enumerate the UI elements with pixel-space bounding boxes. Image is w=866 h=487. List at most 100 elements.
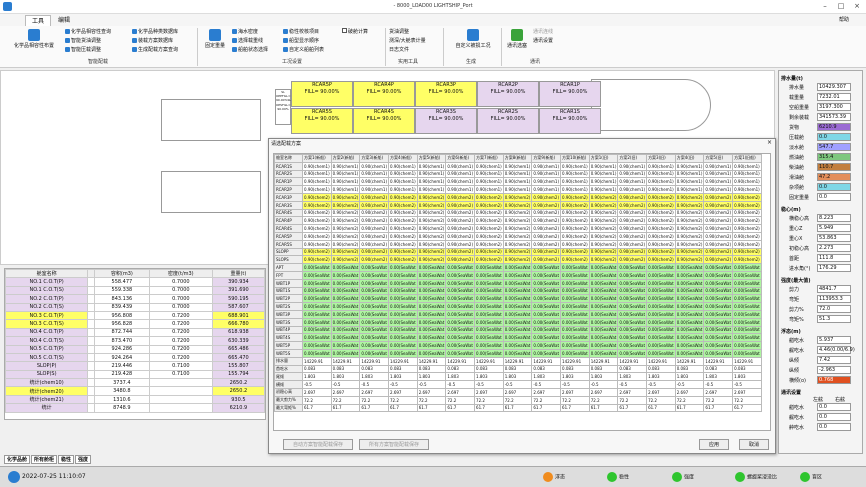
plan-col-header[interactable]: 方案4(新船) [388,154,418,163]
plan-cell[interactable]: 0.00(SeaWat [531,348,562,358]
plan-cell[interactable]: 0.00(SeaWat [732,302,762,311]
plan-cell[interactable]: 1.803 [674,372,705,382]
plan-cell[interactable]: 0.90(chem1) [560,169,590,179]
plan-cell[interactable]: 0.00(SeaWat [388,333,418,343]
plan-cell[interactable]: 0.90(chem2) [445,239,476,249]
plan-cell[interactable]: 0.00(SeaWat [502,309,533,319]
plan-cell[interactable]: 0.90(chem2) [703,231,734,241]
maximize-button[interactable]: □ [834,2,848,12]
plan-cell[interactable]: 0.90(chem2) [646,208,676,218]
plan-cell[interactable]: 0.00(SeaWat [445,278,476,288]
panel-value[interactable]: 341573.39 [817,113,851,121]
plan-cell[interactable]: 0.00(SeaWat [445,348,476,358]
plan-cell[interactable]: 0.00(SeaWat [359,341,390,350]
plan-cell[interactable]: 0.90(chem1) [732,169,762,179]
plan-cell[interactable]: 14229.91 [359,356,390,366]
plan-cell[interactable]: 0.00(SeaWat [560,341,590,350]
panel-value[interactable]: 4841.7 [817,285,851,293]
panel-value[interactable]: 113953.3 [817,295,851,303]
plan-cell[interactable]: 0.00(SeaWat [445,270,476,280]
plan-cell[interactable]: 1.803 [732,372,762,382]
plan-col-header[interactable]: 方案3(新船) [359,154,390,163]
plan-cell[interactable]: 0.00(SeaWat [388,302,418,311]
table-row[interactable]: NO.3 C.O.T(S) 956.828 0.7200 666.780 [4,319,266,329]
plan-cell[interactable]: 0.90(chem2) [732,192,762,202]
plan-cell[interactable]: -0.5 [732,380,762,389]
hold-RCAR5S[interactable]: RCAR5S FILL= 90.00% [291,108,353,134]
plan-cell[interactable]: 0.90(chem2) [445,208,476,218]
plan-cell[interactable]: 0.90(chem2) [330,255,361,265]
plan-cell[interactable]: 0.083 [502,364,533,374]
plan-cell[interactable]: 0.90(chem2) [560,192,590,202]
plan-cell[interactable]: 0.90(chem2) [359,247,390,257]
plan-cell[interactable]: 0.00(SeaWat [416,263,447,272]
plan-cell[interactable]: 0.90(chem1) [588,185,619,194]
plan-cell[interactable]: 0.00(SeaWat [732,333,762,343]
plan-cell[interactable]: 0.00(SeaWat [330,333,361,343]
plan-cell[interactable]: 0.90(chem1) [617,177,648,187]
plan-cell[interactable]: 0.00(SeaWat [560,286,590,296]
panel-value[interactable]: 51.3 [817,315,851,323]
plan-cell[interactable]: 0.00(SeaWat [617,286,648,296]
tab-chem-holds[interactable]: 化学品舱 [4,455,31,464]
plan-cell[interactable]: 0.90(chem1) [617,161,648,171]
plan-cell[interactable]: 0.00(SeaWat [359,309,390,319]
plan-cell[interactable]: 14229.91 [646,356,676,366]
plan-cell[interactable]: 2.697 [703,387,734,397]
plan-cell[interactable]: 0.90(chem2) [560,255,590,265]
plan-cell[interactable]: 0.083 [560,364,590,374]
plan-cell[interactable]: 0.90(chem1) [359,185,390,194]
plan-cell[interactable]: 0.083 [330,364,361,374]
plan-cell[interactable]: 14229.91 [531,356,562,366]
plan-cell[interactable]: 0.00(SeaWat [588,294,619,304]
plan-cell[interactable]: 0.90(chem2) [588,255,619,265]
plan-cell[interactable]: 72.2 [445,395,476,405]
gen-plan-query[interactable]: 生成配载方案查询 [132,46,178,53]
table-row[interactable]: RCAR4P 0.90(chem2) 0.90(chem2) 0.90(chem2) 0… [274,216,762,226]
plan-cell[interactable]: 0.00(SeaWat [617,302,648,311]
plan-col-header[interactable]: 方案9(新船) [531,154,562,163]
plan-cell[interactable]: 0.00(SeaWat [359,302,390,311]
plan-cell[interactable]: 0.90(chem1) [330,161,361,171]
plan-cell[interactable]: 61.7 [617,403,648,413]
plan-cell[interactable]: 1.803 [588,372,619,382]
table-row[interactable]: WBT4S 0.00(SeaWat 0.00(SeaWat 0.00(SeaWat 0.… [274,333,762,343]
table-row[interactable]: 统计(chem21) 1310.6 930.5 [4,394,266,405]
table-row[interactable]: FPT 0.00(SeaWat 0.00(SeaWat 0.00(SeaWat 0.00… [274,270,762,280]
plan-cell[interactable]: 0.90(chem1) [617,185,648,194]
plan-col-header[interactable]: 方案10(新船) [560,154,590,163]
plan-cell[interactable]: 61.7 [502,403,533,413]
plan-cell[interactable]: -0.5 [359,380,390,389]
plan-cell[interactable]: 0.00(SeaWat [732,325,762,335]
plan-cell[interactable]: 0.00(SeaWat [674,341,705,350]
plan-cell[interactable]: 0.90(chem2) [502,216,533,226]
table-row[interactable]: 统计 8748.9 6210.9 [4,403,266,413]
plan-cell[interactable]: 0.00(SeaWat [302,302,332,311]
plan-cell[interactable]: 0.00(SeaWat [359,348,390,358]
hold-RCAR4S[interactable]: RCAR4S FILL= 90.00% [353,108,415,134]
plan-cell[interactable]: 0.00(SeaWat [560,294,590,304]
plan-cell[interactable]: 0.00(SeaWat [330,278,361,288]
plan-cell[interactable]: 61.7 [588,403,619,413]
plan-cell[interactable]: 0.90(chem2) [732,216,762,226]
table-row[interactable]: RCAR2P 0.90(chem1) 0.90(chem1) 0.90(chem1) 0… [274,185,762,194]
plan-cell[interactable]: 0.90(chem2) [388,224,418,233]
plan-cell[interactable]: 2.697 [330,387,361,397]
plan-cell[interactable]: -0.5 [560,380,590,389]
table-row[interactable]: 统计(chem10) 3737.4 2650.2 [4,378,266,388]
plan-cell[interactable]: 0.00(SeaWat [703,270,734,280]
plan-cell[interactable]: 0.90(chem2) [560,216,590,226]
plan-cell[interactable]: 0.90(chem2) [388,231,418,241]
plan-cell[interactable]: 0.90(chem2) [330,231,361,241]
plan-cell[interactable]: 0.90(chem1) [416,177,447,187]
plan-cell[interactable]: 0.90(chem2) [330,239,361,249]
plan-cell[interactable]: 1.803 [359,372,390,382]
plan-cell[interactable]: 0.90(chem2) [588,239,619,249]
panel-value[interactable]: 72.0 [817,305,851,313]
plan-cell[interactable]: 0.00(SeaWat [732,348,762,358]
plan-cell[interactable]: 0.00(SeaWat [560,348,590,358]
plan-cell[interactable]: 0.00(SeaWat [330,294,361,304]
plan-cell[interactable]: 0.00(SeaWat [359,270,390,280]
plan-cell[interactable]: 0.90(chem1) [302,185,332,194]
plan-cell[interactable]: 0.00(SeaWat [674,309,705,319]
